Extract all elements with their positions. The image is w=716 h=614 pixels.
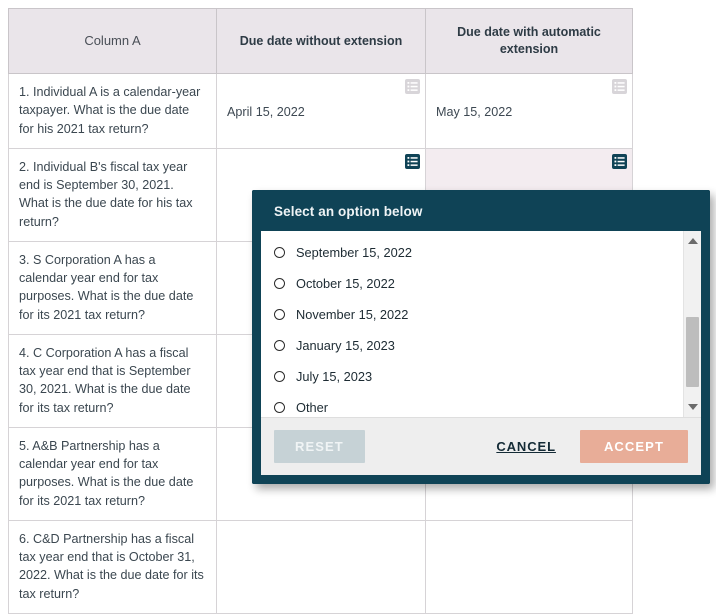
table-header-row: Column A Due date without extension Due … <box>8 8 633 74</box>
option-row[interactable]: July 15, 2023 <box>261 361 683 392</box>
scrollbar-thumb[interactable] <box>686 317 699 387</box>
question-cell: 1. Individual A is a calendar-year taxpa… <box>8 73 217 149</box>
option-row[interactable]: October 15, 2022 <box>261 268 683 299</box>
answer-text: May 15, 2022 <box>436 104 513 119</box>
select-option-dialog: Select an option below September 15, 202… <box>252 190 710 484</box>
dialog-body: September 15, 2022 October 15, 2022 Novemb… <box>261 231 701 417</box>
list-options-icon[interactable] <box>612 79 627 94</box>
radio-button-icon[interactable] <box>274 247 285 258</box>
option-label: January 15, 2023 <box>296 338 395 353</box>
list-options-icon[interactable] <box>405 153 420 169</box>
answer-text: April 15, 2022 <box>227 104 305 119</box>
radio-button-icon[interactable] <box>274 371 285 382</box>
option-label: September 15, 2022 <box>296 245 412 260</box>
answer-cell-without-extension[interactable] <box>216 519 426 614</box>
answer-text <box>227 566 415 568</box>
column-header-due-date-without-extension: Due date without extension <box>216 8 426 74</box>
option-list-scrollbar[interactable] <box>683 231 701 417</box>
answer-text <box>436 566 622 568</box>
option-label: October 15, 2022 <box>296 276 395 291</box>
question-cell: 4. C Corporation A has a fiscal tax year… <box>8 333 217 428</box>
answer-cell-without-extension[interactable]: April 15, 2022 <box>216 73 426 149</box>
question-cell: 2. Individual B's fiscal tax year end is… <box>8 147 217 242</box>
radio-button-icon[interactable] <box>274 402 285 413</box>
option-row[interactable]: Other <box>261 392 683 417</box>
cancel-button[interactable]: CANCEL <box>488 430 564 463</box>
radio-button-icon[interactable] <box>274 340 285 351</box>
option-list[interactable]: September 15, 2022 October 15, 2022 Novemb… <box>261 231 683 417</box>
option-label: July 15, 2023 <box>296 369 373 384</box>
dialog-title: Select an option below <box>274 204 423 219</box>
option-row[interactable]: January 15, 2023 <box>261 330 683 361</box>
column-header-due-date-with-automatic-extension: Due date with automatic extension <box>425 8 633 74</box>
question-cell: 3. S Corporation A has a calendar year e… <box>8 240 217 335</box>
radio-button-icon[interactable] <box>274 278 285 289</box>
option-label: November 15, 2022 <box>296 307 409 322</box>
question-cell: 6. C&D Partnership has a fiscal tax year… <box>8 519 217 614</box>
scroll-up-arrow-icon[interactable] <box>684 233 701 249</box>
answer-cell-with-extension[interactable]: May 15, 2022 <box>425 73 633 149</box>
scroll-down-arrow-icon[interactable] <box>684 399 701 415</box>
list-options-icon[interactable] <box>405 79 420 94</box>
reset-button[interactable]: RESET <box>274 430 365 463</box>
option-row[interactable]: September 15, 2022 <box>261 237 683 268</box>
option-label: Other <box>296 400 329 415</box>
radio-button-icon[interactable] <box>274 309 285 320</box>
list-options-icon[interactable] <box>612 153 627 169</box>
option-row[interactable]: November 15, 2022 <box>261 299 683 330</box>
accept-button[interactable]: ACCEPT <box>579 430 688 463</box>
table-row: 1. Individual A is a calendar-year taxpa… <box>8 73 633 149</box>
column-header-column-a: Column A <box>8 8 217 74</box>
answer-cell-with-extension[interactable] <box>425 519 633 614</box>
table-row: 6. C&D Partnership has a fiscal tax year… <box>8 519 633 614</box>
dialog-footer: RESET CANCEL ACCEPT <box>261 417 701 475</box>
question-cell: 5. A&B Partnership has a calendar year e… <box>8 426 217 521</box>
